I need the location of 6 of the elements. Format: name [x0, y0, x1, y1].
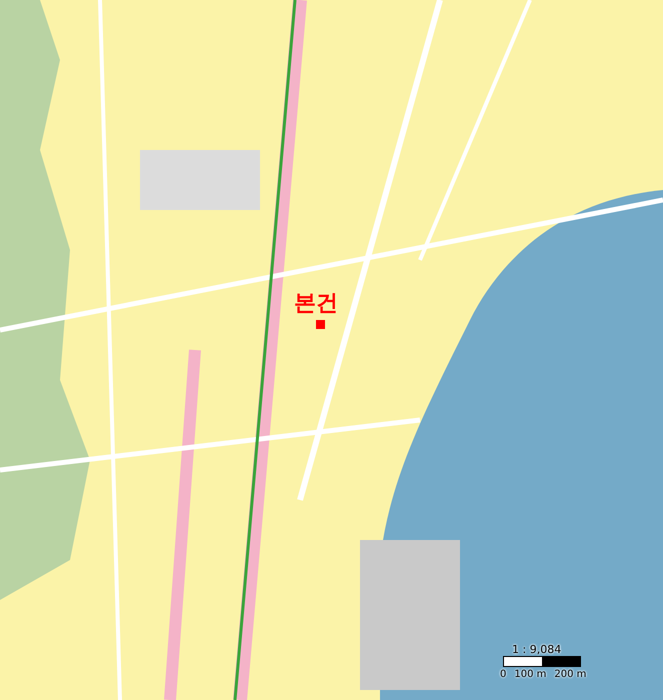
- scale-label: 0: [500, 669, 506, 680]
- scale-label: 100 m: [514, 669, 546, 680]
- marker-label: 본건: [294, 293, 338, 315]
- location-marker-icon: [316, 320, 325, 329]
- scale-ratio: 1 : 9,084: [512, 643, 562, 656]
- scale-label: 200 m: [554, 669, 586, 680]
